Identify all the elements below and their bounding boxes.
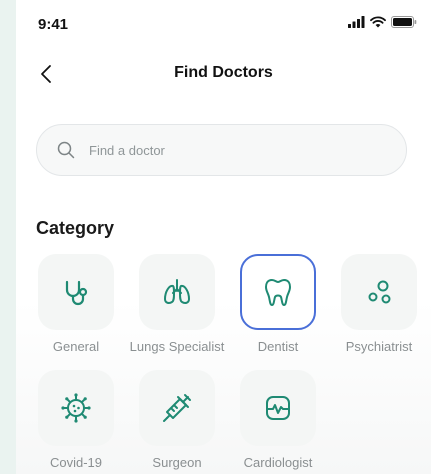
category-covid-tile[interactable] bbox=[38, 370, 114, 446]
category-dentist-tile[interactable] bbox=[240, 254, 316, 330]
molecule-icon bbox=[368, 280, 391, 304]
search-icon bbox=[57, 141, 75, 159]
category-label: Dentist bbox=[257, 339, 299, 354]
wifi-icon bbox=[370, 16, 386, 28]
battery-icon bbox=[391, 16, 417, 28]
category-cardiologist-tile[interactable] bbox=[240, 370, 316, 446]
category-label: Covid-19 bbox=[49, 455, 103, 470]
status-icons bbox=[348, 16, 417, 28]
heart-monitor-icon bbox=[266, 396, 290, 420]
category-general-tile[interactable] bbox=[38, 254, 114, 330]
lungs-icon bbox=[164, 279, 190, 304]
status-time: 9:41 bbox=[38, 16, 69, 33]
search-bar[interactable] bbox=[36, 124, 407, 176]
category-cardiologist[interactable]: Cardiologist bbox=[228, 370, 328, 470]
virus-icon bbox=[61, 393, 91, 423]
category-psychiatrist-tile[interactable] bbox=[341, 254, 417, 330]
category-label: Psychiatrist bbox=[345, 339, 413, 354]
category-lungs-specialist[interactable]: Lungs Specialist bbox=[127, 254, 227, 354]
signal-icon bbox=[348, 16, 365, 28]
search-input[interactable] bbox=[89, 142, 369, 158]
category-surgeon[interactable]: Surgeon bbox=[127, 370, 227, 470]
syringe-icon bbox=[163, 394, 191, 422]
category-label: Cardiologist bbox=[243, 455, 313, 470]
category-title: Category bbox=[36, 218, 115, 238]
category-label: Surgeon bbox=[152, 455, 202, 470]
category-dentist[interactable]: Dentist bbox=[228, 254, 328, 354]
category-label: Lungs Specialist bbox=[129, 339, 225, 354]
category-lungs-tile[interactable] bbox=[139, 254, 215, 330]
stethoscope-icon bbox=[65, 280, 88, 306]
category-label: General bbox=[52, 339, 100, 354]
category-covid-19[interactable]: Covid-19 bbox=[26, 370, 126, 470]
page-title: Find Doctors bbox=[174, 64, 273, 81]
tooth-icon bbox=[265, 279, 291, 306]
category-surgeon-tile[interactable] bbox=[139, 370, 215, 446]
phone-screen: 9:41 Find Doctors Find a doctor Category… bbox=[16, 0, 431, 474]
category-psychiatrist[interactable]: Psychiatrist bbox=[329, 254, 429, 354]
category-general[interactable]: General bbox=[26, 254, 126, 354]
